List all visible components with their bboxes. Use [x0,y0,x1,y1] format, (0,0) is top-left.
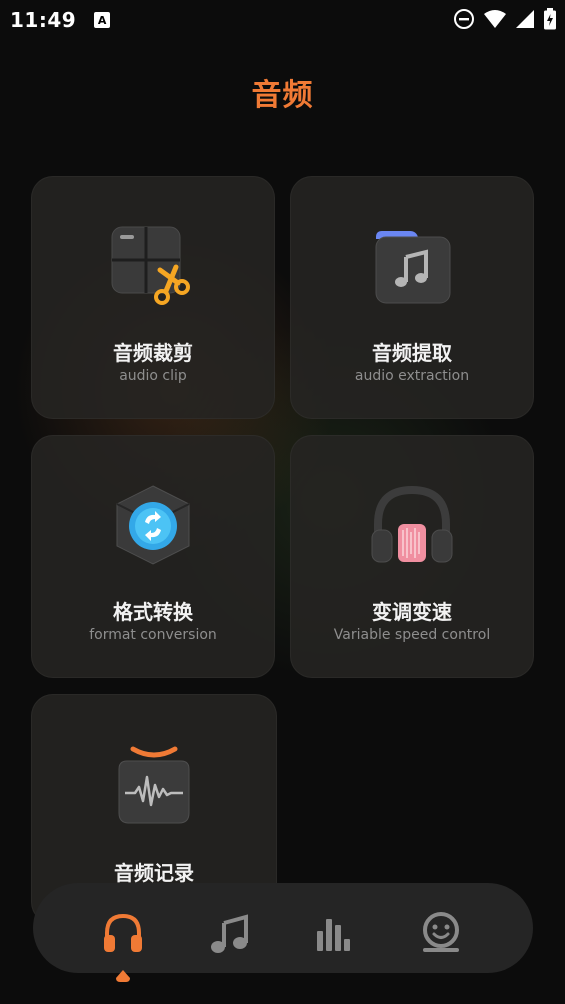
wifi-icon [484,10,506,28]
audio-clip-icon [111,226,190,305]
face-icon [423,912,459,952]
music-note-icon [211,914,248,953]
audio-record-icon [118,746,190,824]
nav-item-audio[interactable] [101,911,145,955]
bottom-nav [33,883,533,973]
nav-active-indicator-bottom [116,970,130,982]
status-time: 11:49 [10,8,77,32]
nav-item-profile[interactable] [419,911,463,955]
speed-control-card[interactable]: 变调变速 Variable speed control [290,435,534,678]
signal-icon [516,10,534,28]
audio-extraction-card[interactable]: 音频提取 audio extraction [290,176,534,419]
do-not-disturb-icon [454,9,474,29]
card-subtitle: audio clip [119,368,187,384]
card-title: 音频提取 [372,341,452,365]
headphones-icon [104,913,142,952]
status-icons [453,8,557,30]
card-subtitle: audio extraction [354,368,470,384]
nav-item-music[interactable] [208,911,252,955]
equalizer-icon [317,919,350,951]
audio-extraction-icon [375,231,451,304]
card-title: 格式转换 [113,600,193,624]
card-title: 音频记录 [114,861,194,885]
status-bar: 11:49 A [0,0,565,40]
speed-control-icon [371,485,453,563]
card-title: 变调变速 [372,600,452,624]
audio-clip-card[interactable]: 音频裁剪 audio clip [31,176,275,419]
page-title: 音频 [251,78,314,113]
nav-item-stats[interactable] [313,911,357,955]
card-subtitle: Variable speed control [333,627,491,643]
card-subtitle: format conversion [89,627,217,643]
battery-icon [544,8,556,30]
notification-icon: A [94,12,111,28]
card-title: 音频裁剪 [113,341,193,365]
format-conversion-icon [116,485,190,565]
format-conversion-card[interactable]: 格式转换 format conversion [31,435,275,678]
